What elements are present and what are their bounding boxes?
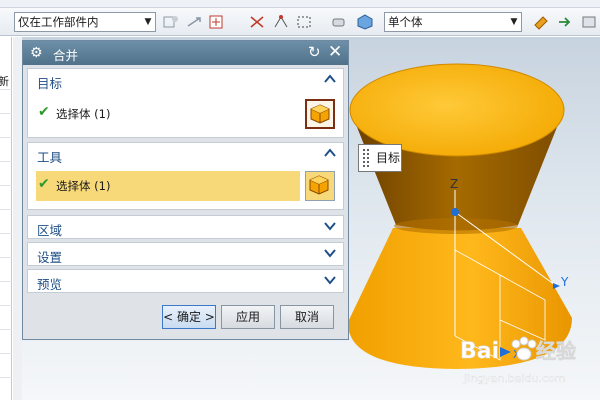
chevron-down-icon[interactable]	[323, 219, 337, 233]
chevron-up-icon[interactable]	[323, 72, 337, 86]
top-face[interactable]	[349, 63, 565, 157]
cancel-button[interactable]: 取消	[280, 305, 334, 329]
target-callout-text: 目标	[376, 151, 401, 165]
close-icon[interactable]: ✕	[328, 42, 342, 62]
cube-icon	[309, 175, 329, 195]
gear-icon[interactable]: ⚙	[30, 45, 43, 61]
settings-group[interactable]: 设置	[27, 242, 344, 266]
preview-group-label: 预览	[37, 277, 63, 292]
select-body-button[interactable]	[305, 99, 335, 129]
cube-icon	[310, 104, 330, 124]
origin-point	[451, 208, 459, 216]
neck-edge	[394, 218, 518, 234]
tool-group: 工具 ✔ 选择体 (1)	[27, 142, 344, 210]
tool-selection-text: 选择体 (1)	[56, 179, 111, 193]
y-axis-label: Y	[560, 275, 569, 289]
region-group[interactable]: 区域	[27, 215, 344, 239]
preview-group[interactable]: 预览	[27, 269, 344, 293]
drag-handle[interactable]	[362, 148, 370, 168]
ok-button[interactable]: < 确定 >	[162, 305, 216, 329]
target-selection-text: 选择体 (1)	[56, 107, 111, 121]
watermark-brand: Bai	[460, 339, 499, 364]
chevron-down-icon[interactable]	[323, 273, 337, 287]
dialog-title: 合并	[53, 48, 79, 63]
check-icon: ✔	[38, 176, 50, 192]
tool-select-row[interactable]: ✔ 选择体 (1)	[36, 171, 300, 201]
target-select-row[interactable]: ✔ 选择体 (1)	[36, 99, 335, 129]
target-group-label: 目标	[37, 76, 63, 91]
target-callout: 目标	[358, 144, 402, 172]
z-axis-label: Z	[450, 177, 458, 191]
tool-group-header[interactable]: 工具	[28, 143, 343, 167]
target-group-header[interactable]: 目标	[28, 69, 343, 93]
watermark-brand-suffix: 经验	[536, 339, 576, 363]
target-group: 目标 ✔ 选择体 (1)	[27, 68, 344, 138]
reset-icon[interactable]: ↻	[308, 43, 321, 61]
tool-group-label: 工具	[37, 150, 63, 165]
chevron-down-icon[interactable]	[323, 246, 337, 260]
dialog-title-bar[interactable]: ⚙ 合并 ↻ ✕	[23, 41, 348, 65]
watermark-url: jingyan.baidu.com	[463, 372, 566, 385]
merge-dialog: ⚙ 合并 ↻ ✕ 目标 ✔ 选择体 (1) 工具 ✔ 选择体 (1) 区域 设置…	[22, 40, 349, 340]
check-icon: ✔	[38, 104, 50, 120]
chevron-up-icon[interactable]	[323, 146, 337, 160]
watermark-logo: Bai 经验 jingyan.baidu.com	[460, 330, 600, 400]
settings-group-label: 设置	[37, 250, 63, 265]
select-tool-body-button[interactable]	[305, 171, 335, 201]
apply-button[interactable]: 应用	[221, 305, 275, 329]
region-group-label: 区域	[37, 223, 63, 238]
paw-icon: Bai 经验 jingyan.baidu.com	[460, 336, 576, 385]
